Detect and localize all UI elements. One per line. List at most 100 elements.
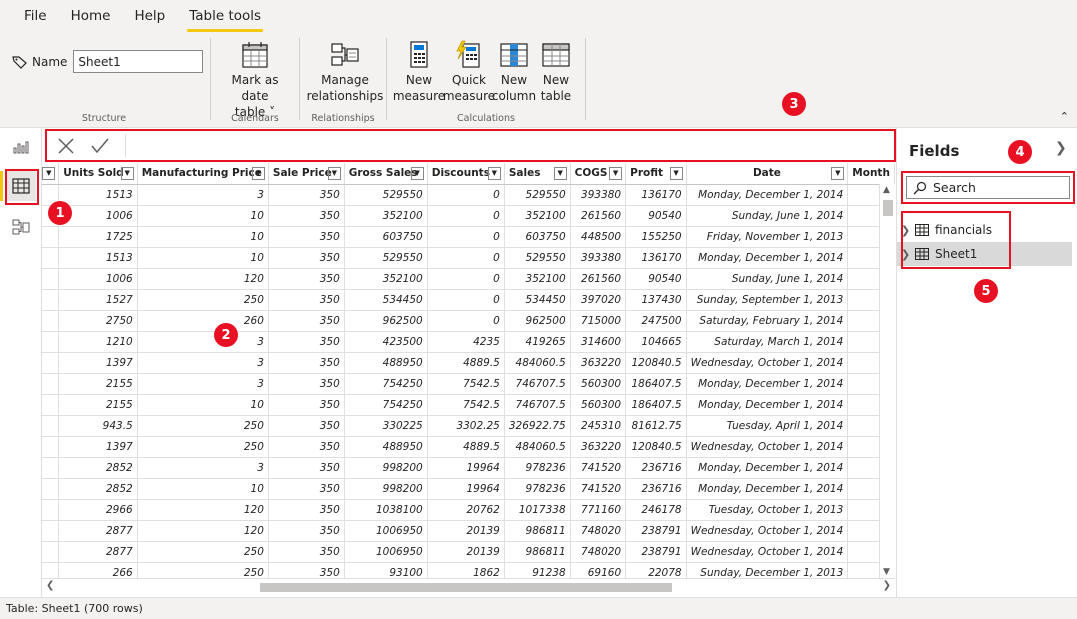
- table-cell: 448500: [570, 226, 627, 248]
- table-cell: 998200: [344, 478, 428, 500]
- filter-dropdown-icon[interactable]: ▼: [669, 167, 683, 180]
- filter-dropdown-icon[interactable]: ▼: [251, 167, 265, 180]
- row-selector[interactable]: [42, 247, 60, 269]
- table-row[interactable]: 1513 3 350 529550 0 529550 393380 136170 Monday,…: [42, 184, 895, 206]
- horizontal-scroll-thumb[interactable]: [260, 583, 672, 592]
- tab-home[interactable]: Home: [59, 0, 123, 32]
- vertical-scroll-thumb[interactable]: [883, 200, 893, 216]
- quick-measure-button[interactable]: Quick measure: [442, 40, 496, 104]
- table-cell: Wednesday, October 1, 2014: [686, 352, 849, 374]
- table-cell: 350: [268, 541, 345, 563]
- row-selector[interactable]: [42, 289, 60, 311]
- expand-pane-icon[interactable]: ❯: [1055, 140, 1067, 156]
- row-selector[interactable]: [42, 562, 60, 578]
- row-selector[interactable]: [42, 226, 60, 248]
- table-row[interactable]: 1397 250 350 488950 4889.5 484060.5 363220 1208…: [42, 436, 895, 458]
- table-cell: 529550: [344, 247, 428, 269]
- column-header[interactable]: Profit ▼: [625, 163, 687, 185]
- table-row[interactable]: 1527 250 350 534450 0 534450 397020 137430 Sunda…: [42, 289, 895, 311]
- filter-dropdown-icon[interactable]: ▼: [609, 167, 623, 180]
- filter-dropdown-icon[interactable]: ▼: [553, 167, 567, 180]
- row-selector[interactable]: [42, 457, 60, 479]
- column-header[interactable]: Sales ▼: [504, 163, 571, 185]
- tab-table-tools[interactable]: Table tools: [177, 0, 273, 32]
- quick-measure-label-2: measure: [442, 89, 496, 103]
- table-row[interactable]: 2852 3 350 998200 19964 978236 741520 236716 Mon…: [42, 457, 895, 479]
- data-table: ▼ Units Sold ▼ Manufacturing Price ▼ Sale Pri…: [42, 163, 895, 578]
- collapse-ribbon-icon[interactable]: ⌃: [1060, 110, 1069, 123]
- new-table-button[interactable]: New table: [536, 40, 576, 104]
- row-selector[interactable]: [42, 478, 60, 500]
- table-cell: 1397: [58, 436, 138, 458]
- table-row[interactable]: 2877 120 350 1006950 20139 986811 748020 238791…: [42, 520, 895, 542]
- column-header[interactable]: Month: [847, 163, 895, 185]
- report-view-button[interactable]: [6, 132, 36, 162]
- row-selector[interactable]: [42, 436, 60, 458]
- table-row[interactable]: 1513 10 350 529550 0 529550 393380 136170 Monday…: [42, 247, 895, 269]
- filter-dropdown-icon[interactable]: ▼: [120, 167, 134, 180]
- scroll-right-icon[interactable]: ❯: [883, 580, 891, 591]
- filter-dropdown-icon[interactable]: ▼: [410, 167, 424, 180]
- table-row[interactable]: 1006 10 350 352100 0 352100 261560 90540 Sunday,…: [42, 205, 895, 227]
- column-header[interactable]: Date ▼: [686, 163, 849, 185]
- table-row[interactable]: 1397 3 350 488950 4889.5 484060.5 363220 120840…: [42, 352, 895, 374]
- column-header[interactable]: COGS ▼: [570, 163, 627, 185]
- table-row[interactable]: 2877 250 350 1006950 20139 986811 748020 238791…: [42, 541, 895, 563]
- column-header[interactable]: Sale Price ▼: [268, 163, 345, 185]
- table-row[interactable]: 2966 120 350 1038100 20762 1017338 771160 24617…: [42, 499, 895, 521]
- tab-help[interactable]: Help: [122, 0, 177, 32]
- filter-dropdown-icon[interactable]: ▼: [487, 167, 501, 180]
- scroll-down-icon[interactable]: ▼: [883, 567, 890, 577]
- table-cell: 350: [268, 394, 345, 416]
- row-selector[interactable]: [42, 268, 60, 290]
- row-selector[interactable]: [42, 499, 60, 521]
- table-row[interactable]: 266 250 350 93100 1862 91238 69160 22078 Sunday,…: [42, 562, 895, 578]
- row-selector[interactable]: [42, 415, 60, 437]
- row-selector[interactable]: [42, 520, 60, 542]
- scroll-left-icon[interactable]: ❮: [46, 580, 54, 591]
- filter-dropdown-icon[interactable]: ▼: [327, 167, 341, 180]
- table-row[interactable]: 1210 3 350 423500 4235 419265 314600 104665 Satu…: [42, 331, 895, 353]
- table-cell: 120: [137, 520, 269, 542]
- column-header[interactable]: Units Sold ▼: [58, 163, 138, 185]
- model-view-button[interactable]: [6, 212, 36, 242]
- filter-dropdown-icon[interactable]: ▼: [831, 167, 845, 180]
- scroll-up-icon[interactable]: ▲: [883, 185, 890, 195]
- row-selector[interactable]: [42, 352, 60, 374]
- name-label: Name: [32, 54, 68, 69]
- vertical-scrollbar[interactable]: ▲ ▼: [879, 184, 895, 578]
- cancel-formula-icon[interactable]: [55, 135, 77, 157]
- table-row[interactable]: 2155 10 350 754250 7542.5 746707.5 560300 18640…: [42, 394, 895, 416]
- horizontal-scrollbar[interactable]: ❮ ❯: [42, 578, 895, 595]
- tab-file[interactable]: File: [12, 0, 59, 32]
- filter-dropdown-icon[interactable]: ▼: [42, 167, 56, 180]
- table-row[interactable]: 943.5 250 350 330225 3302.25 326922.75 245310 8…: [42, 415, 895, 437]
- row-selector-header[interactable]: ▼: [42, 163, 60, 185]
- row-selector[interactable]: [42, 310, 60, 332]
- table-cell: 93100: [344, 562, 428, 578]
- column-header[interactable]: Discounts ▼: [427, 163, 505, 185]
- row-selector[interactable]: [42, 373, 60, 395]
- formula-input[interactable]: [125, 134, 891, 157]
- new-column-button[interactable]: New column: [492, 40, 536, 104]
- new-measure-button[interactable]: New measure: [393, 40, 445, 104]
- column-header[interactable]: Manufacturing Price ▼: [137, 163, 269, 185]
- commit-formula-icon[interactable]: [89, 135, 111, 157]
- table-name-input[interactable]: [73, 50, 204, 73]
- row-selector[interactable]: [42, 541, 60, 563]
- row-selector[interactable]: [42, 394, 60, 416]
- table-cell: 603750: [504, 226, 571, 248]
- table-row[interactable]: 1006 120 350 352100 0 352100 261560 90540 Sunday…: [42, 268, 895, 290]
- table-row[interactable]: 2155 3 350 754250 7542.5 746707.5 560300 186407…: [42, 373, 895, 395]
- row-selector[interactable]: [42, 331, 60, 353]
- column-header-label: Month: [852, 167, 890, 180]
- table-row[interactable]: 2750 260 350 962500 0 962500 715000 247500 Satur…: [42, 310, 895, 332]
- table-row[interactable]: 1725 10 350 603750 0 603750 448500 155250 Friday…: [42, 226, 895, 248]
- table-cell: 943.5: [58, 415, 138, 437]
- table-row[interactable]: 2852 10 350 998200 19964 978236 741520 236716 Mo…: [42, 478, 895, 500]
- search-input[interactable]: Search: [906, 176, 1070, 199]
- manage-relationships-button[interactable]: Manage relationships: [305, 40, 385, 104]
- table-cell: 2852: [58, 457, 138, 479]
- mark-as-date-table-button[interactable]: Mark as date table ˅: [218, 40, 292, 120]
- column-header[interactable]: Gross Sales ▼: [344, 163, 428, 185]
